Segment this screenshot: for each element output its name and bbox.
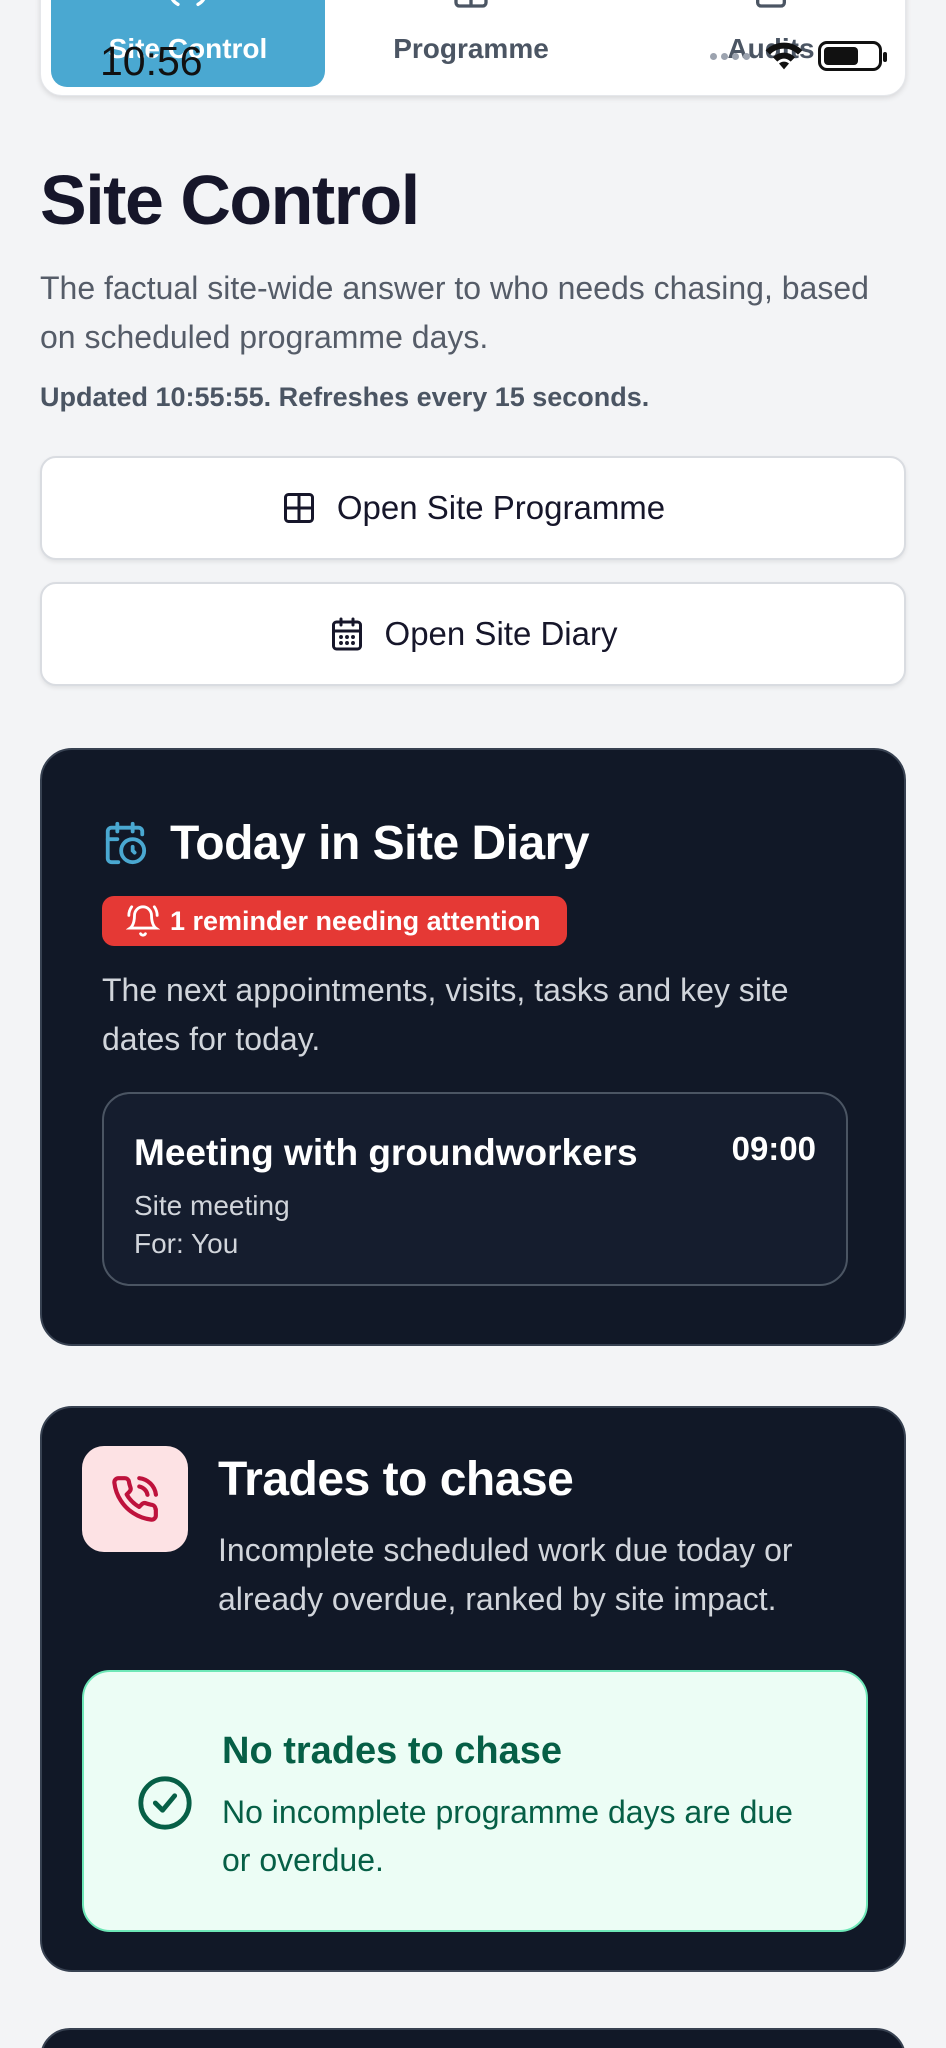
site-control-icon	[170, 0, 206, 6]
appointment-assignee: For: You	[134, 1228, 239, 1259]
appointment-type: Site meeting	[134, 1190, 290, 1221]
no-trades-empty-state: No trades to chase No incomplete program…	[82, 1670, 868, 1932]
appointment-time: 09:00	[731, 1130, 816, 1167]
appointment-item[interactable]: Meeting with groundworkers 09:00 Site me…	[102, 1092, 848, 1286]
diary-title: Today in Site Diary	[170, 817, 590, 870]
clipboard-check-icon	[756, 0, 786, 8]
open-site-diary-button[interactable]: Open Site Diary	[40, 582, 906, 686]
trades-description: Incomplete scheduled work due today or a…	[218, 1532, 793, 1617]
page-title: Site Control	[40, 161, 420, 239]
status-time: 10:56	[100, 38, 203, 84]
trades-icon-box	[82, 1446, 188, 1552]
empty-state-title: No trades to chase	[222, 1730, 562, 1772]
calendar-icon	[331, 617, 362, 651]
empty-state-description: No incomplete programme days are due or …	[222, 1794, 793, 1878]
diary-description: The next appointments, visits, tasks and…	[102, 972, 789, 1057]
phone-call-icon	[112, 1476, 159, 1522]
tab-programme[interactable]: Programme	[341, 0, 601, 87]
check-circle-icon	[138, 1776, 192, 1830]
reminder-badge[interactable]: 1 reminder needing attention	[102, 896, 567, 946]
updated-timestamp: Updated 10:55:55. Refreshes every 15 sec…	[40, 382, 650, 412]
signal-dots-icon	[710, 52, 750, 60]
grid-icon	[454, 0, 488, 8]
next-card	[40, 2028, 906, 2048]
tab-label: Programme	[393, 33, 549, 64]
button-label: Open Site Programme	[336, 489, 666, 526]
bell-icon	[126, 905, 160, 937]
trades-title: Trades to chase	[218, 1453, 574, 1506]
site-control-page: Site Control Programme Audits 10:56 Site…	[0, 0, 946, 2048]
wifi-icon	[765, 42, 803, 70]
trades-to-chase-card: Trades to chase Incomplete scheduled wor…	[40, 1406, 906, 1972]
battery-icon	[818, 41, 887, 71]
grid-icon	[283, 493, 314, 523]
reminder-badge-label: 1 reminder needing attention	[170, 905, 541, 936]
page-subtitle: The factual site-wide answer to who need…	[40, 270, 869, 355]
appointment-title: Meeting with groundworkers	[134, 1132, 638, 1173]
button-label: Open Site Diary	[384, 615, 618, 652]
status-indicators	[710, 40, 887, 72]
calendar-clock-icon	[105, 821, 147, 865]
site-diary-card: Today in Site Diary 1 reminder needing a…	[40, 748, 906, 1346]
open-site-programme-button[interactable]: Open Site Programme	[40, 456, 906, 560]
